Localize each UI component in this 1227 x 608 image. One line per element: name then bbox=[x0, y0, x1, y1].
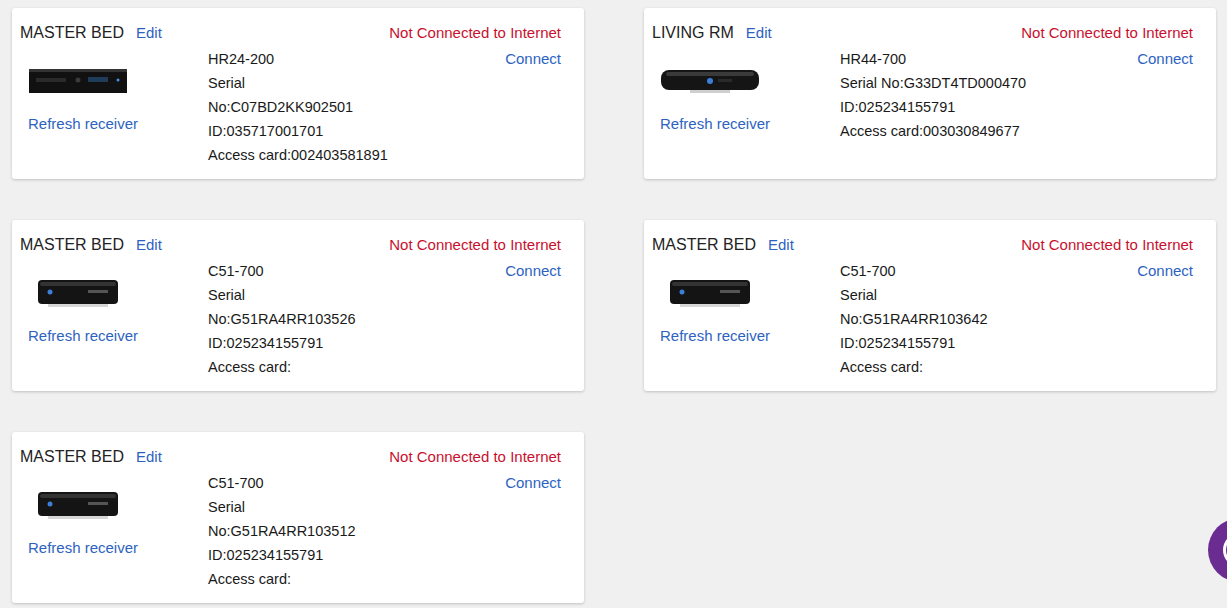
refresh-receiver-link[interactable]: Refresh receiver bbox=[28, 112, 138, 136]
connect-link[interactable]: Connect bbox=[505, 262, 561, 279]
receiver-grid: MASTER BED Edit Not Connected to Internet R… bbox=[0, 0, 1227, 603]
refresh-receiver-link[interactable]: Refresh receiver bbox=[660, 324, 770, 348]
detail-line: HR44-700 bbox=[840, 47, 1137, 71]
card-header: MASTER BED Edit Not Connected to Internet bbox=[20, 233, 561, 257]
detail-line: No:G51RA4RR103526 bbox=[208, 307, 505, 331]
receiver-details: C51-700SerialNo:G51RA4RR103642ID:0252341… bbox=[840, 259, 1137, 379]
receiver-card: MASTER BED Edit Not Connected to Internet R… bbox=[12, 8, 584, 179]
receiver-details: HR44-700Serial No:G33DT4TD000470ID:02523… bbox=[840, 47, 1137, 143]
detail-line: C51-700 bbox=[208, 259, 505, 283]
detail-line: Access card: bbox=[208, 355, 505, 379]
refresh-receiver-link[interactable]: Refresh receiver bbox=[660, 112, 770, 136]
chat-button[interactable] bbox=[1208, 518, 1227, 582]
connection-status: Not Connected to Internet bbox=[389, 21, 561, 45]
detail-line: Serial bbox=[208, 495, 505, 519]
receiver-card: LIVING RM Edit Not Connected to Internet Re… bbox=[644, 8, 1216, 179]
detail-line: Serial bbox=[840, 283, 1137, 307]
edit-link[interactable]: Edit bbox=[136, 21, 162, 45]
connection-status: Not Connected to Internet bbox=[389, 445, 561, 469]
receiver-card: MASTER BED Edit Not Connected to Internet R… bbox=[644, 220, 1216, 391]
refresh-receiver-link[interactable]: Refresh receiver bbox=[28, 324, 138, 348]
edit-link[interactable]: Edit bbox=[136, 445, 162, 469]
connect-link[interactable]: Connect bbox=[1137, 262, 1193, 279]
detail-line: ID:025234155791 bbox=[208, 331, 505, 355]
receiver-name: MASTER BED bbox=[20, 233, 124, 257]
card-header: MASTER BED Edit Not Connected to Internet bbox=[20, 21, 561, 45]
detail-line: Access card:003030849677 bbox=[840, 119, 1137, 143]
detail-line: Serial bbox=[208, 283, 505, 307]
detail-line: ID:025234155791 bbox=[840, 331, 1137, 355]
detail-line: Serial No:G33DT4TD000470 bbox=[840, 71, 1137, 95]
connection-status: Not Connected to Internet bbox=[1021, 233, 1193, 257]
card-header: MASTER BED Edit Not Connected to Internet bbox=[20, 445, 561, 469]
detail-line: ID:025234155791 bbox=[840, 95, 1137, 119]
receiver-icon bbox=[660, 278, 760, 308]
detail-line: Access card: bbox=[208, 567, 505, 591]
connection-status: Not Connected to Internet bbox=[389, 233, 561, 257]
receiver-icon bbox=[28, 66, 128, 96]
receiver-icon bbox=[28, 490, 128, 520]
receivers-page: MASTER BED Edit Not Connected to Internet R… bbox=[0, 0, 1227, 608]
receiver-icon bbox=[28, 278, 128, 308]
detail-line: C51-700 bbox=[208, 471, 505, 495]
detail-line: No:G51RA4RR103512 bbox=[208, 519, 505, 543]
receiver-details: C51-700SerialNo:G51RA4RR103526ID:0252341… bbox=[208, 259, 505, 379]
edit-link[interactable]: Edit bbox=[768, 233, 794, 257]
detail-line: No:C07BD2KK902501 bbox=[208, 95, 505, 119]
receiver-name: MASTER BED bbox=[20, 445, 124, 469]
receiver-icon bbox=[660, 66, 760, 96]
connect-link[interactable]: Connect bbox=[1137, 50, 1193, 67]
connect-link[interactable]: Connect bbox=[505, 50, 561, 67]
receiver-details: HR24-200SerialNo:C07BD2KK902501ID:035717… bbox=[208, 47, 505, 167]
detail-line: ID:035717001701 bbox=[208, 119, 505, 143]
card-header: LIVING RM Edit Not Connected to Internet bbox=[652, 21, 1193, 45]
detail-line: C51-700 bbox=[840, 259, 1137, 283]
refresh-receiver-link[interactable]: Refresh receiver bbox=[28, 536, 138, 560]
edit-link[interactable]: Edit bbox=[136, 233, 162, 257]
receiver-name: LIVING RM bbox=[652, 21, 734, 45]
receiver-name: MASTER BED bbox=[652, 233, 756, 257]
connect-link[interactable]: Connect bbox=[505, 474, 561, 491]
receiver-name: MASTER BED bbox=[20, 21, 124, 45]
chat-icon bbox=[1223, 533, 1227, 567]
receiver-card: MASTER BED Edit Not Connected to Internet R… bbox=[12, 432, 584, 603]
detail-line: Access card: bbox=[840, 355, 1137, 379]
detail-line: No:G51RA4RR103642 bbox=[840, 307, 1137, 331]
receiver-card: MASTER BED Edit Not Connected to Internet R… bbox=[12, 220, 584, 391]
detail-line: Access card:002403581891 bbox=[208, 143, 505, 167]
connection-status: Not Connected to Internet bbox=[1021, 21, 1193, 45]
detail-line: ID:025234155791 bbox=[208, 543, 505, 567]
detail-line: Serial bbox=[208, 71, 505, 95]
detail-line: HR24-200 bbox=[208, 47, 505, 71]
receiver-details: C51-700SerialNo:G51RA4RR103512ID:0252341… bbox=[208, 471, 505, 591]
card-header: MASTER BED Edit Not Connected to Internet bbox=[652, 233, 1193, 257]
edit-link[interactable]: Edit bbox=[746, 21, 772, 45]
